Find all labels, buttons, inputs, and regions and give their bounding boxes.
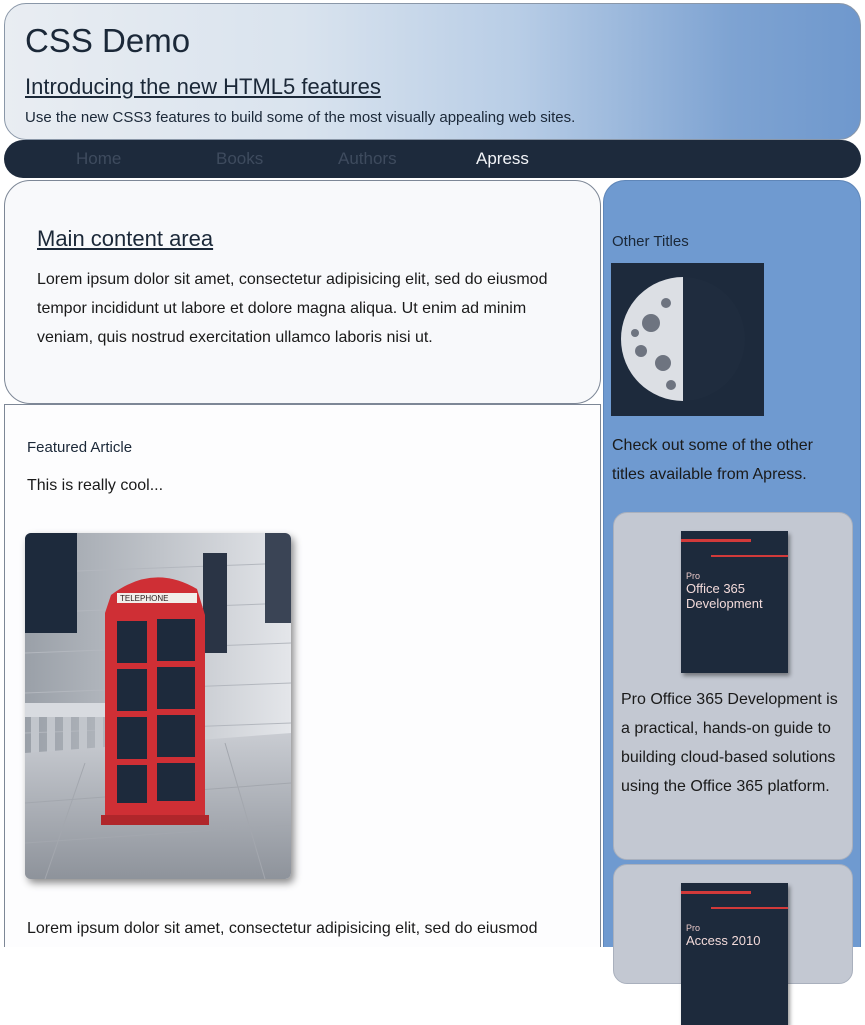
- cover-stripe: [711, 555, 788, 557]
- cover-stripe: [711, 907, 788, 909]
- featured-heading: Featured Article: [27, 439, 133, 456]
- featured-body: Lorem ipsum dolor sit amet, consectetur …: [27, 920, 538, 937]
- cover-title: Office 365 Development: [686, 581, 763, 611]
- sidebar-heading: Other Titles: [612, 233, 689, 250]
- main-content: Main content area Lorem ipsum dolor sit …: [4, 180, 601, 404]
- moon-icon: [611, 263, 764, 416]
- nav-item-books[interactable]: Books: [216, 149, 263, 169]
- page-header: CSS Demo Introducing the new HTML5 featu…: [4, 3, 861, 140]
- sidebar-lead: Check out some of the other titles avail…: [612, 437, 813, 483]
- site-subtitle: Introducing the new HTML5 features: [25, 74, 381, 99]
- book-card[interactable]: Pro Access 2010: [613, 864, 853, 1025]
- nav-item-apress[interactable]: Apress: [476, 149, 529, 169]
- cover-stripe: [681, 539, 751, 542]
- cover-title: Access 2010: [686, 933, 761, 948]
- nav-item-home[interactable]: Home: [76, 149, 121, 169]
- featured-article: Featured Article This is really cool...: [4, 404, 601, 947]
- main-text: Lorem ipsum dolor sit amet, consectetur …: [37, 271, 548, 346]
- book-cover[interactable]: Pro Office 365 Development: [681, 531, 788, 673]
- book-cover[interactable]: Pro Access 2010: [681, 883, 788, 1025]
- main-nav: Home Books Authors Apress: [4, 140, 861, 178]
- site-title: CSS Demo: [25, 22, 191, 59]
- booth-sign-text: TELEPHONE: [120, 594, 168, 603]
- site-tagline: Use the new CSS3 features to build some …: [25, 109, 576, 126]
- featured-intro: This is really cool...: [27, 477, 164, 494]
- cover-series: Pro: [686, 571, 701, 581]
- cover-series: Pro: [686, 923, 701, 933]
- phone-booth-image: TELEPHONE: [25, 533, 291, 879]
- book-description: Pro Office 365 Development is a practica…: [621, 691, 838, 795]
- main-heading: Main content area: [37, 226, 214, 251]
- cover-stripe: [681, 891, 751, 894]
- phone-booth-photo: TELEPHONE: [25, 533, 291, 879]
- moon-image: [611, 263, 764, 416]
- sidebar: Other Titles Check out some of the other…: [603, 180, 861, 1025]
- book-card[interactable]: Pro Office 365 Development Pro Office 36…: [613, 512, 853, 860]
- nav-item-authors[interactable]: Authors: [338, 149, 397, 169]
